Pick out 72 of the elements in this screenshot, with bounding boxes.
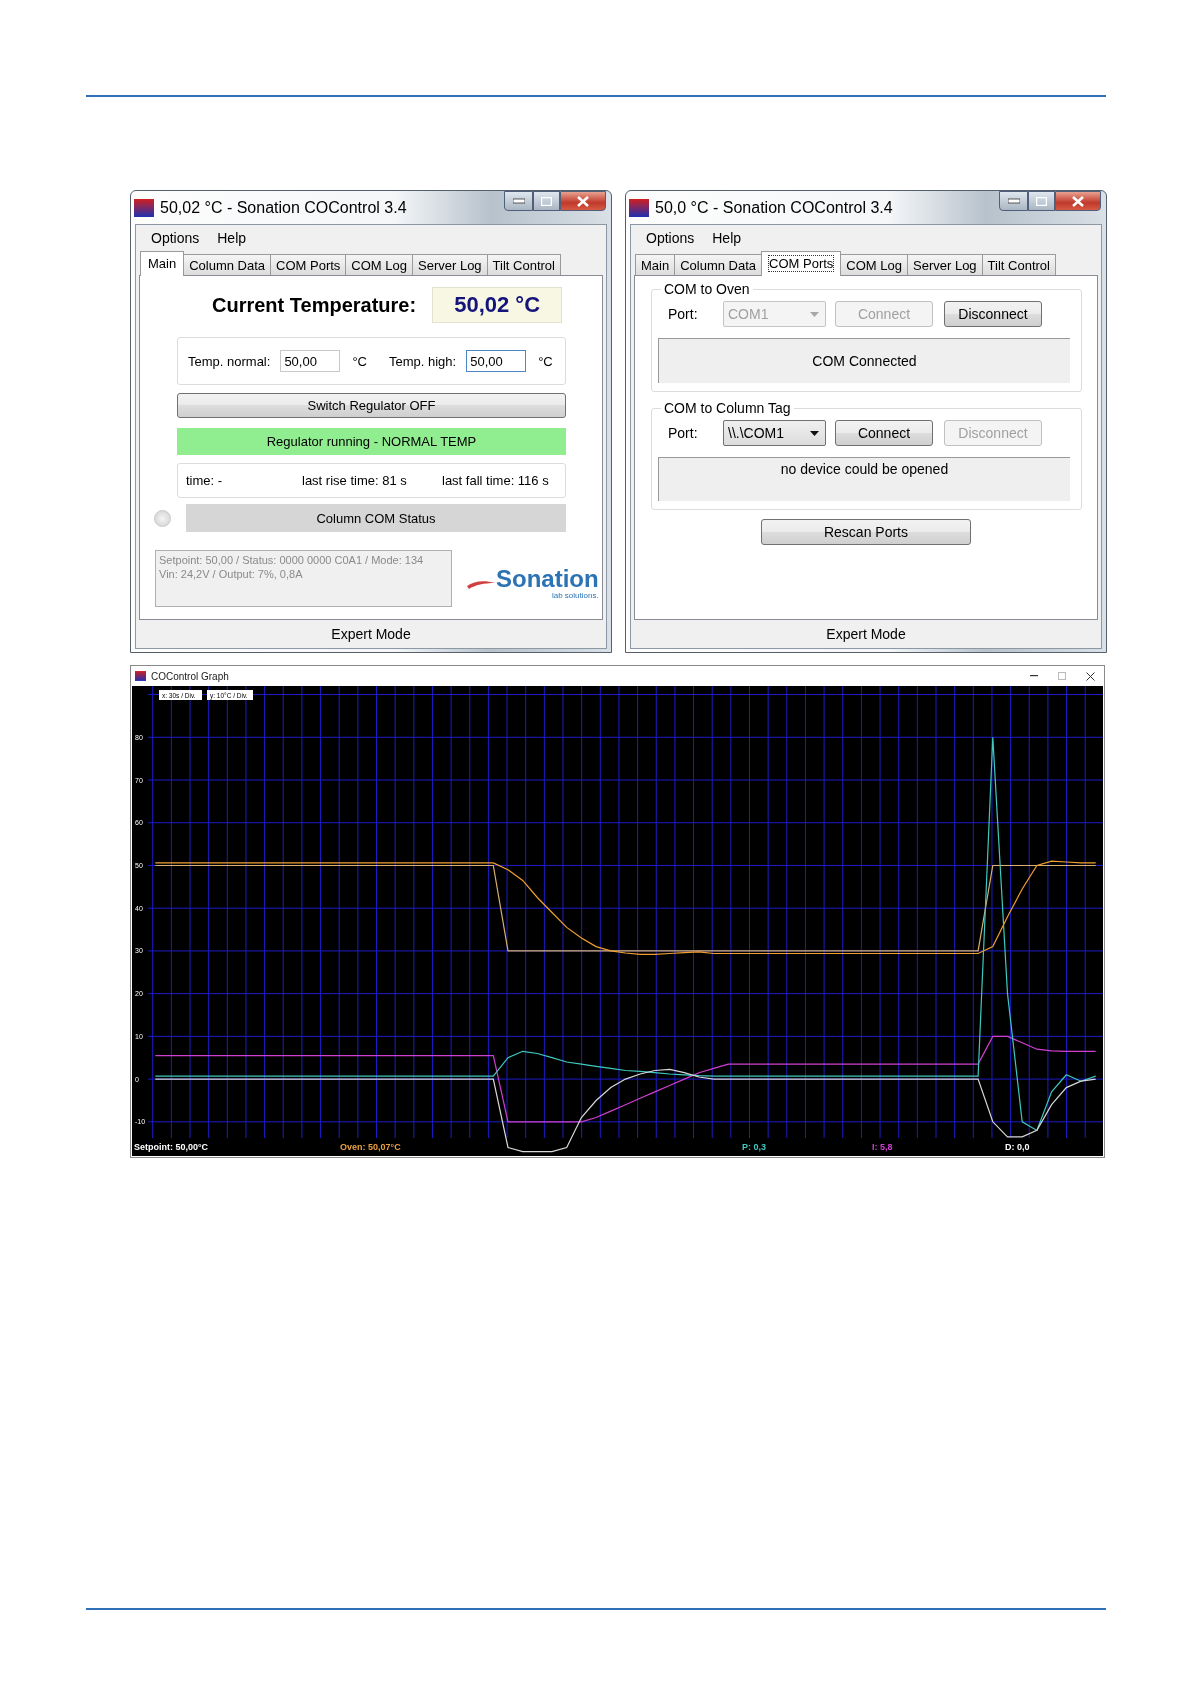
tab[interactable]: COM Ports [761,251,842,276]
legend-text: P: 0,3 [742,1142,766,1152]
tab[interactable]: Column Data [183,254,272,275]
disconnect-button[interactable]: Disconnect [944,301,1042,327]
tab[interactable]: Server Log [907,254,983,275]
app-icon [629,198,649,217]
tab[interactable]: Server Log [412,254,488,275]
info-text: Setpoint: 50,00 / Status: 0000 0000 C0A1 / Mode: 134 [159,553,425,567]
logo-tagline: lab solutions. [551,591,599,600]
minimize-icon [1007,198,1020,204]
window-title: 50,0 °C - Sonation COControl 3.4 [655,198,893,217]
port-label: Port: [668,425,699,441]
close-icon [577,195,589,207]
menu-item[interactable]: Options [142,230,209,246]
unit-label: °C [352,353,367,369]
maximize-icon [1058,672,1066,680]
legend-text: Setpoint: 50,00°C [134,1142,209,1152]
app-icon [135,671,146,681]
maximize-button[interactable] [1028,191,1055,211]
close-button[interactable] [560,191,606,211]
tab[interactable]: Main [140,251,185,276]
close-button[interactable] [1055,191,1101,211]
field-label: Temp. normal: [188,353,271,369]
column-com-status: Column COM Status [186,504,566,532]
minimize-button[interactable] [999,191,1028,211]
menu-item[interactable]: Help [703,230,751,246]
window-title: 50,02 °C - Sonation COControl 3.4 [160,198,407,217]
unit-label: °C [538,353,553,369]
setpoint-field[interactable]: 50,00 [280,350,341,372]
tab[interactable]: COM Ports [270,254,347,275]
group-title: COM to Column Tag [663,400,792,416]
timing-text: last rise time: 81 s [302,473,408,488]
info-text: Vin: 24,2V / Output: 7%, 0,8A [159,567,304,581]
regulator-button[interactable]: Switch Regulator OFF [177,393,566,418]
menu-item[interactable]: Options [637,230,704,246]
legend-text: I: 5,8 [872,1142,893,1152]
temperature-label: Current Temperature: [212,293,417,317]
legend-text: Oven: 50,07°C [340,1142,401,1152]
connect-button[interactable]: Connect [835,420,933,446]
rescan-button[interactable]: Rescan Ports [761,519,971,545]
logo-text: Sonation [496,567,599,591]
tab[interactable]: Column Data [674,254,763,275]
minimize-icon [512,198,525,204]
group-title: COM to Oven [663,281,751,297]
caret-icon [810,311,819,317]
maximize-icon [1036,196,1047,206]
regulator-status: Regulator running - NORMAL TEMP [177,428,566,455]
timing-text: time: - [186,473,224,488]
temperature-display: 50,02 °C [432,287,563,323]
status-panel: COM Connected [658,338,1070,383]
setpoint-field[interactable]: 50,00 [466,350,527,372]
tab[interactable]: Main [635,254,676,275]
port-label: Port: [668,306,699,322]
timing-text: last fall time: 116 s [442,473,550,488]
tab[interactable]: COM Log [840,254,908,275]
tab[interactable]: Tilt Control [981,254,1056,275]
window-title: COControl Graph [151,670,229,682]
menu-item[interactable]: Help [208,230,256,246]
maximize-button[interactable] [533,191,560,211]
field-label: Temp. high: [388,353,457,369]
maximize-icon [541,196,552,206]
close-icon [1085,671,1095,681]
app-icon [134,198,154,217]
status-panel: no device could be opened [658,457,1070,501]
tab[interactable]: COM Log [345,254,413,275]
minimize-icon [1030,675,1038,677]
tab[interactable]: Tilt Control [486,254,561,275]
caret-icon [810,430,819,436]
port-dropdown[interactable]: \\.\COM1 [723,420,826,446]
legend-text: D: 0,0 [1005,1142,1030,1152]
close-icon [1072,195,1084,207]
minimize-button[interactable] [504,191,533,211]
